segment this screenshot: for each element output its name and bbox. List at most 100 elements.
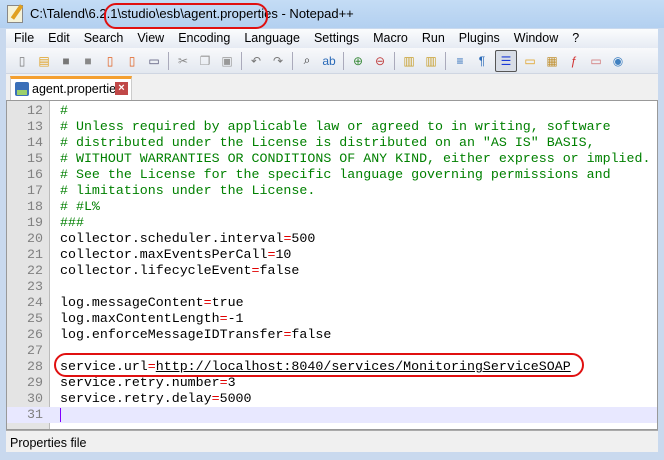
close-tab-icon[interactable]: × bbox=[115, 82, 128, 95]
zoom-in-button[interactable]: ⊕ bbox=[349, 52, 367, 70]
code-line: 19 ### bbox=[7, 215, 657, 231]
save-all-button[interactable]: ■ bbox=[79, 52, 97, 70]
function-list-icon: ƒ bbox=[570, 53, 578, 68]
property-value: 500 bbox=[291, 231, 316, 246]
menu-edit[interactable]: Edit bbox=[40, 29, 76, 48]
menu-search[interactable]: Search bbox=[76, 29, 130, 48]
line-content: log.maxContentLength=-1 bbox=[60, 311, 244, 327]
menu-file[interactable]: File bbox=[6, 29, 40, 48]
toolbar-separator bbox=[168, 51, 169, 70]
line-number: 30 bbox=[27, 391, 43, 406]
menu-encoding[interactable]: Encoding bbox=[170, 29, 236, 48]
sync-horizontal-button[interactable]: ▥ bbox=[422, 52, 440, 70]
code-line: 18 # #L% bbox=[7, 199, 657, 215]
open-file-icon: ▤ bbox=[38, 53, 50, 68]
toolbar-separator bbox=[343, 51, 344, 70]
tab-label: agent.properties bbox=[32, 82, 123, 96]
code-line: 13 # Unless required by applicable law or… bbox=[7, 119, 657, 135]
line-number: 31 bbox=[27, 407, 43, 422]
toolbar-separator bbox=[292, 51, 293, 70]
menu-window[interactable]: Window bbox=[506, 29, 564, 48]
code-line: 30 service.retry.delay=5000 bbox=[7, 391, 657, 407]
monitoring-button[interactable]: ◉ bbox=[609, 52, 627, 70]
code-line: 17 # limitations under the License. bbox=[7, 183, 657, 199]
code-line: 25 log.maxContentLength=-1 bbox=[7, 311, 657, 327]
sync-vertical-button[interactable]: ▥ bbox=[400, 52, 418, 70]
file-type-label: Properties file bbox=[10, 436, 87, 450]
redo-button[interactable]: ↷ bbox=[269, 52, 287, 70]
line-number: 23 bbox=[27, 279, 43, 294]
save-icon: ■ bbox=[62, 53, 70, 68]
user-language-button[interactable]: ▭ bbox=[521, 52, 539, 70]
toolbar-separator bbox=[241, 51, 242, 70]
folder-workspace-button[interactable]: ▭ bbox=[587, 52, 605, 70]
equals-operator: = bbox=[203, 295, 212, 310]
comment-text: # WITHOUT WARRANTIES OR CONDITIONS OF AN… bbox=[60, 151, 651, 166]
menu-help[interactable]: ? bbox=[564, 29, 585, 48]
new-file-button[interactable]: ▯ bbox=[13, 52, 31, 70]
property-key: service.retry.number bbox=[60, 375, 220, 390]
document-map-button[interactable]: ▦ bbox=[543, 52, 561, 70]
menu-run[interactable]: Run bbox=[414, 29, 451, 48]
cut-button[interactable]: ✂ bbox=[174, 52, 192, 70]
close-all-icon: ▯ bbox=[128, 53, 136, 68]
equals-operator: = bbox=[147, 359, 156, 374]
close-file-button[interactable]: ▯ bbox=[101, 52, 119, 70]
zoom-out-button[interactable]: ⊖ bbox=[371, 52, 389, 70]
indent-guide-button[interactable]: ☰ bbox=[495, 49, 517, 72]
code-line: 23 bbox=[7, 279, 657, 295]
line-number: 22 bbox=[27, 263, 43, 278]
save-button[interactable]: ■ bbox=[57, 52, 75, 70]
menu-settings[interactable]: Settings bbox=[306, 29, 365, 48]
property-key: log.messageContent bbox=[60, 295, 204, 310]
close-all-button[interactable]: ▯ bbox=[123, 52, 141, 70]
line-number: 19 bbox=[27, 215, 43, 230]
line-number: 15 bbox=[27, 151, 43, 166]
line-content: # distributed under the License is distr… bbox=[60, 135, 595, 151]
comment-text: # See the License for the specific langu… bbox=[60, 167, 611, 182]
line-number: 12 bbox=[27, 103, 43, 118]
paste-icon: ▣ bbox=[221, 53, 233, 68]
word-wrap-icon: ≡ bbox=[456, 53, 464, 68]
property-value: 10 bbox=[275, 247, 292, 262]
code-line: 12 # bbox=[7, 103, 657, 119]
toolbar-separator bbox=[394, 51, 395, 70]
property-value: 5000 bbox=[219, 391, 252, 406]
menu-macro[interactable]: Macro bbox=[365, 29, 414, 48]
url-link[interactable]: http://localhost:8040/services/Monitorin… bbox=[156, 359, 571, 374]
undo-icon: ↶ bbox=[250, 53, 262, 68]
menu-view[interactable]: View bbox=[129, 29, 170, 48]
open-file-button[interactable]: ▤ bbox=[35, 52, 53, 70]
menu-language[interactable]: Language bbox=[236, 29, 306, 48]
show-all-chars-button[interactable]: ¶ bbox=[473, 52, 491, 70]
menu-plugins[interactable]: Plugins bbox=[451, 29, 506, 48]
toolbar: ▯ ▤ ■ ■ ▯ ▯ ▭ ✂ ❐ ▣ ↶ ↷ ⌕ ab ⊕ ⊖ ▥ ▥ ≡ ¶ ☰ ▭ ▦ ƒ ▭ ◉ bbox=[6, 48, 658, 74]
line-number: 14 bbox=[27, 135, 43, 150]
replace-button[interactable]: ab bbox=[320, 52, 338, 70]
code-line: 28 service.url=http://localhost:8040/serv… bbox=[7, 359, 657, 375]
redo-icon: ↷ bbox=[272, 53, 284, 68]
word-wrap-button[interactable]: ≡ bbox=[451, 52, 469, 70]
code-line: 22 collector.lifecycleEvent=false bbox=[7, 263, 657, 279]
undo-button[interactable]: ↶ bbox=[247, 52, 265, 70]
line-number: 16 bbox=[27, 167, 43, 182]
print-button[interactable]: ▭ bbox=[145, 52, 163, 70]
paste-button[interactable]: ▣ bbox=[218, 52, 236, 70]
code-line: 24 log.messageContent=true bbox=[7, 295, 657, 311]
zoom-in-icon: ⊕ bbox=[352, 53, 364, 68]
line-number: 17 bbox=[27, 183, 43, 198]
line-number: 20 bbox=[27, 231, 43, 246]
line-content: # #L% bbox=[60, 199, 100, 215]
function-list-button[interactable]: ƒ bbox=[565, 52, 583, 70]
line-content: # WITHOUT WARRANTIES OR CONDITIONS OF AN… bbox=[60, 151, 650, 167]
equals-operator: = bbox=[219, 311, 228, 326]
code-editor[interactable]: 12 #13 # Unless required by applicable law… bbox=[6, 100, 658, 430]
save-all-icon: ■ bbox=[84, 53, 92, 68]
copy-button[interactable]: ❐ bbox=[196, 52, 214, 70]
find-button[interactable]: ⌕ bbox=[298, 52, 316, 70]
document-map-icon: ▦ bbox=[546, 53, 558, 68]
status-bar: Properties file bbox=[6, 430, 658, 452]
property-key: collector.scheduler.interval bbox=[60, 231, 284, 246]
tab-agent-properties[interactable]: agent.properties × bbox=[10, 76, 132, 100]
code-line: 15 # WITHOUT WARRANTIES OR CONDITIONS OF … bbox=[7, 151, 657, 167]
